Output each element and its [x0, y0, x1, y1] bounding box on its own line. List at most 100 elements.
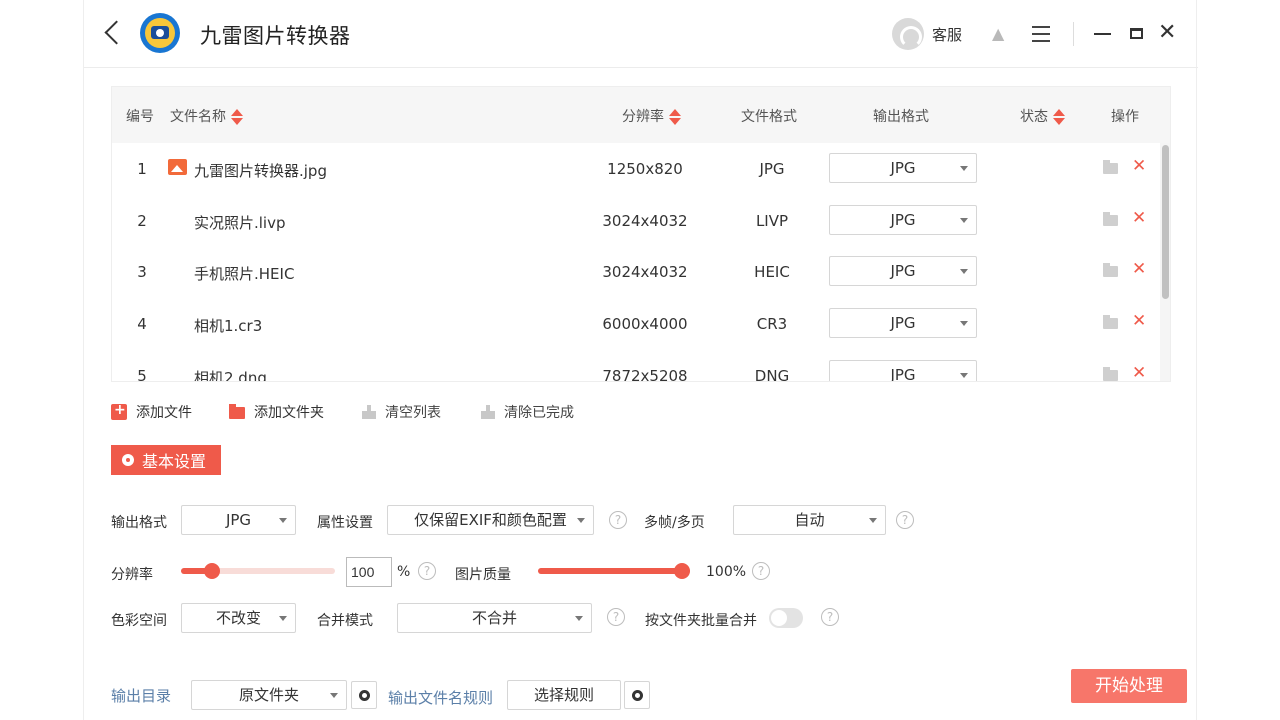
merge-mode-label: 合并模式 — [317, 613, 373, 629]
row-format: CR3 — [756, 315, 788, 333]
sort-icon[interactable] — [669, 109, 681, 125]
title-divider — [1073, 22, 1074, 46]
header-output: 输出格式 — [873, 109, 929, 125]
back-icon[interactable] — [102, 18, 124, 48]
colorspace-select[interactable]: 不改变 — [181, 603, 296, 633]
row-output-select[interactable]: JPG — [829, 360, 977, 382]
header-format: 文件格式 — [741, 109, 797, 125]
broom-icon — [362, 405, 376, 419]
broom-icon — [481, 405, 495, 419]
customer-service-button[interactable]: 客服 — [892, 17, 962, 51]
row-format: HEIC — [754, 263, 790, 281]
close-icon[interactable]: ✕ — [1158, 20, 1176, 46]
open-folder-icon[interactable] — [1103, 315, 1118, 329]
row-resolution: 6000x4000 — [602, 315, 688, 333]
sort-icon[interactable] — [231, 109, 243, 125]
row-output-select[interactable]: JPG — [829, 308, 977, 338]
open-folder-icon[interactable] — [1103, 367, 1118, 381]
row-filename: 相机2.dng — [194, 369, 267, 382]
add-file-button[interactable]: 添加文件 — [111, 402, 192, 422]
table-row[interactable]: 1 九雷图片转换器.jpg 1250x820 JPG JPG ✕ — [112, 143, 1160, 195]
open-folder-icon[interactable] — [1103, 212, 1118, 226]
clear-list-label: 清空列表 — [385, 405, 441, 421]
choose-rule-label: 选择规则 — [533, 686, 594, 704]
quality-slider[interactable] — [538, 563, 690, 579]
output-dir-select[interactable]: 原文件夹 — [191, 680, 347, 710]
row-output-value: JPG — [890, 314, 916, 332]
resolution-slider-knob[interactable] — [204, 563, 220, 579]
delete-icon[interactable]: ✕ — [1132, 208, 1146, 228]
row-output-value: JPG — [890, 159, 916, 177]
help-icon[interactable]: ? — [896, 511, 914, 529]
chevron-down-icon — [577, 518, 585, 523]
chevron-down-icon — [960, 321, 968, 326]
clear-done-button[interactable]: 清除已完成 — [481, 402, 574, 422]
tab-basic-settings[interactable]: 基本设置 — [111, 445, 221, 475]
merge-mode-select[interactable]: 不合并 — [397, 603, 592, 633]
menu-icon[interactable] — [1032, 26, 1050, 42]
attr-settings-select[interactable]: 仅保留EXIF和颜色配置 — [387, 505, 594, 535]
quality-slider-knob[interactable] — [674, 563, 690, 579]
delete-icon[interactable]: ✕ — [1132, 363, 1146, 381]
name-rule-label: 输出文件名规则 — [388, 689, 494, 707]
table-row[interactable]: 5 相机2.dng 7872x5208 DNG JPG ✕ — [112, 350, 1160, 382]
row-output-select[interactable]: JPG — [829, 205, 977, 235]
table-header: 编号 文件名称 分辨率 文件格式 输出格式 状态 操作 — [112, 87, 1170, 143]
chevron-down-icon — [869, 518, 877, 523]
logo-icon — [140, 13, 180, 53]
table-row[interactable]: 3 手机照片.HEIC 3024x4032 HEIC JPG ✕ — [112, 246, 1160, 298]
row-resolution: 7872x5208 — [602, 367, 688, 382]
resolution-slider[interactable] — [181, 563, 335, 579]
help-icon[interactable]: ? — [609, 511, 627, 529]
row-output-select[interactable]: JPG — [829, 256, 977, 286]
output-dir-settings-button[interactable] — [351, 681, 377, 709]
open-folder-icon[interactable] — [1103, 160, 1118, 174]
row-output-value: JPG — [890, 211, 916, 229]
clear-done-label: 清除已完成 — [504, 405, 574, 421]
name-rule-settings-button[interactable] — [624, 681, 650, 709]
help-icon[interactable]: ? — [418, 562, 436, 580]
clear-list-button[interactable]: 清空列表 — [362, 402, 441, 422]
header-resolution[interactable]: 分辨率 — [622, 106, 681, 126]
chevron-down-icon — [279, 616, 287, 621]
delete-icon[interactable]: ✕ — [1132, 259, 1146, 279]
row-number: 3 — [137, 263, 147, 281]
maximize-icon[interactable] — [1130, 28, 1143, 39]
table-row[interactable]: 2 实况照片.livp 3024x4032 LIVP JPG ✕ — [112, 195, 1160, 247]
output-format-select[interactable]: JPG — [181, 505, 296, 535]
add-folder-button[interactable]: 添加文件夹 — [229, 402, 324, 422]
row-number: 4 — [137, 315, 147, 333]
open-folder-icon[interactable] — [1103, 263, 1118, 277]
row-output-value: JPG — [890, 366, 916, 382]
row-filename: 相机1.cr3 — [194, 317, 263, 335]
add-folder-label: 添加文件夹 — [254, 405, 324, 421]
row-resolution: 1250x820 — [607, 160, 683, 178]
quality-slider-fill — [538, 568, 690, 574]
help-icon[interactable]: ? — [607, 608, 625, 626]
delete-icon[interactable]: ✕ — [1132, 311, 1146, 331]
resolution-input[interactable]: 100 — [346, 557, 392, 587]
table-row[interactable]: 4 相机1.cr3 6000x4000 CR3 JPG ✕ — [112, 298, 1160, 350]
help-icon[interactable]: ? — [752, 562, 770, 580]
header-status[interactable]: 状态 — [1020, 106, 1065, 126]
help-icon[interactable]: ? — [821, 608, 839, 626]
folder-icon — [229, 404, 245, 419]
header-action: 操作 — [1111, 109, 1139, 125]
sort-icon[interactable] — [1053, 109, 1065, 125]
table-scrollbar[interactable] — [1160, 143, 1170, 381]
scrollbar-thumb[interactable] — [1162, 145, 1169, 299]
batch-merge-toggle[interactable] — [769, 608, 803, 628]
tshirt-icon[interactable]: ▲ — [992, 24, 1010, 43]
choose-rule-button[interactable]: 选择规则 — [507, 680, 621, 710]
multiframe-label: 多帧/多页 — [644, 515, 705, 531]
image-file-icon — [168, 159, 187, 175]
start-processing-button[interactable]: 开始处理 — [1071, 669, 1187, 703]
title-bar: 九雷图片转换器 客服 ▲ ✕ — [84, 0, 1198, 68]
colorspace-value: 不改变 — [215, 609, 261, 627]
delete-icon[interactable]: ✕ — [1132, 156, 1146, 176]
multiframe-select[interactable]: 自动 — [733, 505, 886, 535]
minimize-icon[interactable] — [1094, 33, 1111, 35]
gear-icon — [359, 690, 370, 701]
header-name[interactable]: 文件名称 — [170, 106, 243, 126]
row-output-select[interactable]: JPG — [829, 153, 977, 183]
